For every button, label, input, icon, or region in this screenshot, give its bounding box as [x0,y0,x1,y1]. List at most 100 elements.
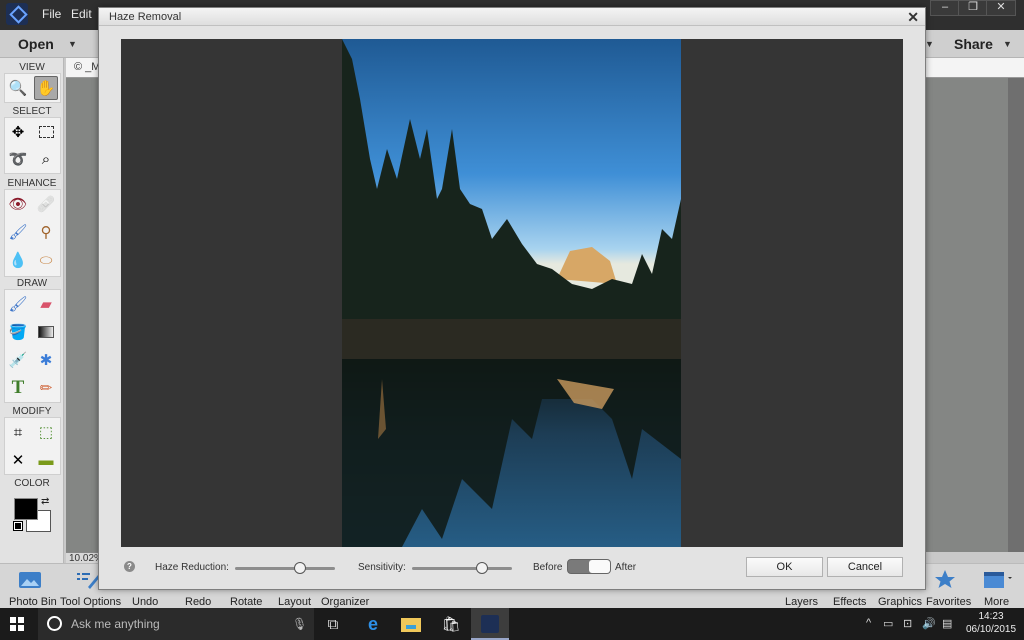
ok-button[interactable]: OK [746,557,823,577]
more-panels-icon[interactable] [983,569,1012,589]
sensitivity-slider-knob[interactable] [476,562,488,574]
share-dropdown-icon[interactable]: ▼ [1003,39,1012,49]
straighten-tool-icon[interactable]: ▬ [34,448,58,472]
dialog-close-icon[interactable]: ✕ [907,9,919,26]
effects-button[interactable]: Effects [833,596,866,608]
clock-date: 06/10/2015 [965,624,1017,635]
haze-reduction-slider-knob[interactable] [294,562,306,574]
haze-reduction-label: Haze Reduction: [155,562,229,573]
file-explorer-icon[interactable] [400,614,422,634]
red-eye-tool-icon[interactable]: 👁 [6,192,30,216]
hand-tool-icon[interactable]: ✋ [34,76,58,100]
clone-stamp-tool-icon[interactable]: ⚲ [34,220,58,244]
section-view-label: VIEW [19,62,45,73]
draw-tools: 🖌 ▰ 🪣 💉 ✱ T ✏ [4,289,61,403]
create-dropdown-icon[interactable]: ▼ [925,39,934,49]
network-icon[interactable]: ⊡ [903,617,912,630]
rotate-button[interactable]: Rotate [230,596,262,608]
dialog-footer: ? Haze Reduction: Sensitivity: Before Af… [99,556,925,590]
dialog-title-bar[interactable]: Haze Removal ✕ [99,8,925,26]
zoom-tool-icon[interactable]: 🔍 [6,76,30,100]
pencil-tool-icon[interactable]: ✏ [34,376,58,400]
default-colors-icon[interactable] [13,521,23,531]
organizer-button[interactable]: Organizer [321,596,369,608]
custom-shape-tool-icon[interactable]: ✱ [34,348,58,372]
sensitivity-label: Sensitivity: [358,562,406,573]
menu-edit[interactable]: Edit [71,7,92,21]
search-placeholder: Ask me anything [71,617,160,631]
gradient-tool-icon[interactable] [34,320,58,344]
store-icon[interactable]: 🛍 [440,614,462,634]
windows-start-icon[interactable] [10,617,24,631]
sensitivity-slider[interactable] [412,562,512,574]
panel-scrollbar[interactable] [1008,78,1024,552]
redo-button[interactable]: Redo [185,596,211,608]
undo-button[interactable]: Undo [132,596,158,608]
photoshop-elements-taskbar-button[interactable] [471,608,509,640]
edge-browser-icon[interactable]: e [362,614,384,634]
photo-bin-button[interactable]: Photo Bin [9,596,57,608]
section-modify-label: MODIFY [12,406,52,417]
task-view-icon[interactable]: ⧉ [322,614,344,634]
before-label: Before [533,562,563,573]
favorites-star-icon[interactable] [933,569,957,589]
microphone-icon[interactable]: 🎙 [292,617,307,631]
layers-button[interactable]: Layers [785,596,818,608]
restore-button[interactable]: ❐ [958,0,988,16]
menu-file[interactable]: File [42,7,61,21]
type-tool-icon[interactable]: T [6,376,30,400]
battery-icon[interactable]: ▭ [883,617,893,630]
toolbox: VIEW 🔍 ✋ SELECT ✥ ➰ ⌕ ENHANCE 👁 🩹 🖌 ⚲ 💧 … [0,58,64,563]
open-dropdown-icon[interactable]: ▼ [68,39,77,49]
show-hidden-icons[interactable]: ^ [866,617,871,629]
foreground-color-swatch[interactable] [14,498,38,520]
brush-tool-icon[interactable]: 🖌 [6,292,30,316]
haze-reduction-slider[interactable] [235,562,335,574]
volume-icon[interactable]: 🔊 [922,617,936,630]
eraser-tool-icon[interactable]: ▰ [34,292,58,316]
section-draw-label: DRAW [16,278,48,289]
open-button[interactable]: Open [18,36,54,52]
help-icon[interactable]: ? [124,561,135,572]
smart-brush-tool-icon[interactable]: 🖌 [6,220,30,244]
favorites-button[interactable]: Favorites [926,596,971,608]
action-center-icon[interactable]: ▤ [942,617,952,630]
before-after-toggle[interactable] [567,559,611,574]
quick-selection-tool-icon[interactable]: ⌕ [34,147,58,171]
content-aware-move-tool-icon[interactable]: ✕ [6,448,30,472]
move-tool-icon[interactable]: ✥ [6,120,30,144]
share-button[interactable]: Share [954,36,993,52]
cortana-search-box[interactable]: Ask me anything 🎙 [38,608,314,640]
marquee-tool-icon[interactable] [34,120,58,144]
layout-button[interactable]: Layout [278,596,311,608]
recompose-tool-icon[interactable]: ⬚ [34,420,58,444]
tool-options-icon[interactable] [76,569,100,589]
cortana-icon [47,616,62,631]
paint-bucket-tool-icon[interactable]: 🪣 [6,320,30,344]
graphics-button[interactable]: Graphics [878,596,922,608]
windows-taskbar: Ask me anything 🎙 ⧉ e 🛍 ^ ▭ ⊡ 🔊 ▤ 14:23 … [0,608,1024,640]
lasso-tool-icon[interactable]: ➰ [6,147,30,171]
spot-healing-tool-icon[interactable]: 🩹 [34,192,58,216]
crop-tool-icon[interactable]: ⌗ [6,420,30,444]
sponge-tool-icon[interactable]: ⬭ [34,248,58,272]
cancel-button[interactable]: Cancel [827,557,903,577]
section-enhance-label: ENHANCE [7,178,57,189]
dialog-title: Haze Removal [109,11,182,23]
more-button[interactable]: More [984,596,1009,608]
swap-colors-icon[interactable]: ⇄ [41,496,49,507]
enhance-tools: 👁 🩹 🖌 ⚲ 💧 ⬭ [4,189,61,277]
close-window-button[interactable]: ✕ [986,0,1016,16]
section-select-label: SELECT [12,106,52,117]
minimize-button[interactable]: – [930,0,960,16]
select-tools: ✥ ➰ ⌕ [4,117,61,174]
photo-bin-icon[interactable] [18,569,42,589]
view-tools: 🔍 ✋ [4,73,61,103]
blur-tool-icon[interactable]: 💧 [6,248,30,272]
toggle-thumb[interactable] [589,560,610,573]
eyedropper-tool-icon[interactable]: 💉 [6,348,30,372]
tool-options-button[interactable]: Tool Options [60,596,121,608]
preview-area [121,39,903,547]
clock-time: 14:23 [978,611,1004,622]
system-clock[interactable]: 14:23 06/10/2015 [962,610,1020,636]
